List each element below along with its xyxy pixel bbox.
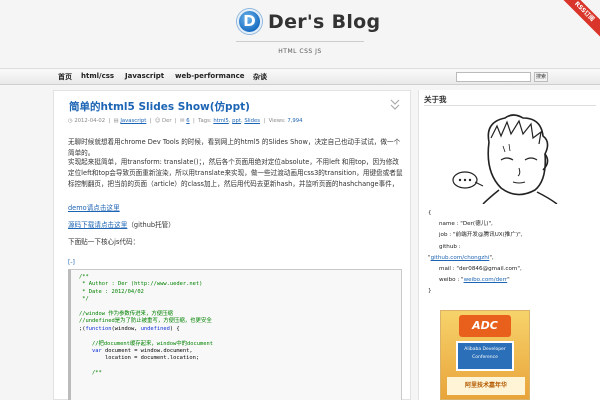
weibo-link[interactable]: weibo.com/derr: [464, 277, 508, 283]
sidebar: 关于我 { name : "Der(德儿)", job : "前端开发@腾讯UX…: [418, 90, 600, 400]
comment-icon: ✉: [180, 118, 185, 124]
github-suffix: ",: [489, 254, 494, 261]
code-block: /** * Author : Der (http://www.ueder.net…: [68, 269, 402, 400]
profile-brace-open: {: [428, 210, 432, 216]
code-line: */: [79, 296, 89, 303]
code-line: var document = window.document,: [91, 348, 193, 355]
tag-link-ppt[interactable]: ppt: [232, 118, 241, 124]
demo-link[interactable]: demo请点击这里: [68, 204, 120, 212]
tag-link-slides[interactable]: Slides: [244, 118, 260, 124]
post-meta: ◷ 2012-04-02 | ▤ Javascript | ☺ Der | ✉ …: [68, 118, 303, 124]
nav-item-misc[interactable]: 杂谈: [253, 72, 267, 82]
blog-subtitle: HTML CSS JS: [278, 48, 322, 55]
blog-logo[interactable]: D Der's Blog: [237, 9, 380, 34]
search-input[interactable]: [456, 72, 531, 82]
adc-logo: ADC: [459, 315, 511, 337]
post-date: 2012-04-02: [74, 118, 106, 124]
weibo-prefix: weibo : ": [439, 277, 464, 284]
post-paragraph-2: 实现起来挺简单，用transform: translate()；，然后各个页面用…: [68, 158, 403, 188]
views-count: 7,994: [287, 118, 303, 124]
weibo-suffix: ": [507, 277, 510, 284]
post-title-link[interactable]: 简单的html5 Slides Show(仿ppt): [69, 99, 250, 114]
nav-item-javascript[interactable]: Javascript: [125, 72, 164, 80]
profile-info: { name : "Der(德儿)", job : "前端开发@腾讯UX(推广)…: [428, 208, 598, 298]
logo-d-icon: D: [237, 9, 262, 34]
adc-line2: Conference: [472, 355, 498, 360]
profile-mail: mail : "der0846@gmail.com",: [439, 266, 522, 273]
github-link[interactable]: github.com/chongzhi: [431, 255, 490, 261]
sidebar-title: 关于我: [424, 95, 447, 104]
code-line: ;(function(window, undefined) {: [79, 325, 180, 332]
tags-label: Tags:: [198, 118, 212, 124]
tag-link-html5[interactable]: html5: [213, 118, 228, 124]
code-line: //把document缓存起来，window中的document: [79, 340, 213, 347]
code-line: * Date : 2012/04/02: [79, 288, 144, 295]
post-comments-link[interactable]: 6: [186, 118, 189, 124]
profile-weibo: weibo : "weibo.com/derr": [428, 275, 598, 286]
code-expand-toggle[interactable]: [-]: [68, 259, 75, 266]
views-label: Views:: [268, 118, 286, 124]
code-line: //undefined是为了防止被重写，方便压缩，也更安全: [79, 318, 212, 325]
profile-job: job : "前端开发@腾讯UX(推广)",: [439, 232, 523, 239]
profile-github: "github.com/chongzhi",: [428, 253, 598, 264]
download-link[interactable]: 源码下载请点击这里: [68, 221, 127, 229]
profile-brace-close: }: [428, 288, 432, 295]
nav-item-web-performance[interactable]: web-performance: [175, 72, 245, 80]
demo-paragraph: demo请点击这里: [68, 203, 403, 214]
js-intro: 下面贴一下核心js代码：: [68, 238, 140, 246]
blog-header: D Der's Blog HTML CSS JS RSS订阅: [0, 0, 600, 68]
code-line: /**: [79, 370, 102, 377]
download-paragraph: 源码下载请点击这里（github托管）: [68, 220, 403, 231]
folder-icon: ▤: [113, 118, 119, 124]
sidebar-divider: [424, 105, 596, 106]
profile-github-label: github :: [439, 243, 461, 250]
download-suffix: （github托管）: [127, 221, 175, 229]
adc-bottom-text: 阿里技术嘉年华: [447, 377, 525, 395]
clock-icon: ◷: [68, 118, 73, 124]
post-content: 简单的html5 Slides Show(仿ppt) ◷ 2012-04-02 …: [53, 90, 411, 400]
nav-item-home[interactable]: 首页: [58, 72, 72, 82]
code-line: /**: [79, 274, 89, 280]
search-button[interactable]: 搜索: [534, 72, 548, 82]
adc-banner-ad[interactable]: ADC Alibaba Developer Conference 阿里技术嘉年华: [440, 310, 530, 400]
post-category-link[interactable]: Javascript: [120, 118, 146, 124]
profile-name: name : "Der(德儿)",: [439, 221, 493, 228]
blog-title[interactable]: Der's Blog: [268, 11, 380, 33]
code-line: location = document.location;: [79, 355, 200, 362]
post-author: Der: [162, 118, 172, 124]
post-paragraph-1: 无聊时候就想着用chrome Dev Tools 的时候，看到网上的html5 …: [68, 138, 401, 157]
avatar: [439, 112, 579, 205]
code-line: * Author : Der (http://www.ueder.net): [79, 281, 203, 288]
adc-line1: Alibaba Developer: [464, 347, 506, 352]
collapse-chevron-icon[interactable]: [390, 99, 402, 111]
adc-panel: Alibaba Developer Conference: [456, 341, 514, 371]
nav-item-html-css[interactable]: html/css: [81, 72, 114, 80]
header-divider: [236, 41, 364, 42]
user-icon: ☺: [154, 118, 161, 124]
main-nav: 首页 html/css Javascript web-performance 杂…: [0, 68, 600, 85]
rss-ribbon-link[interactable]: RSS订阅: [558, 0, 600, 38]
